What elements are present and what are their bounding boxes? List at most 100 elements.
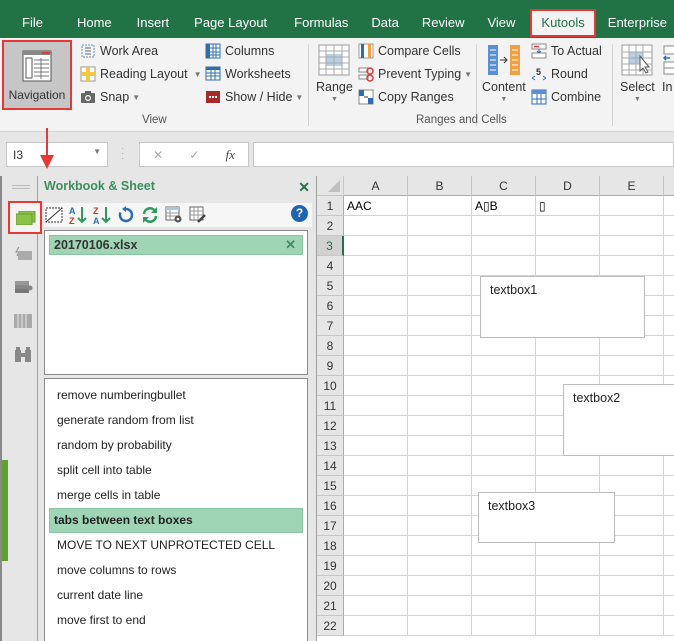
sheet-settings-button[interactable] [164, 205, 184, 225]
row-header[interactable]: 17 [317, 516, 344, 536]
copy-ranges-button[interactable]: Copy Ranges [358, 89, 454, 105]
cell[interactable] [600, 456, 664, 476]
row-header[interactable]: 9 [317, 356, 344, 376]
sheet-item[interactable]: remove numberingbullet [49, 383, 303, 408]
work-area-button[interactable]: Work Area [80, 43, 158, 59]
sheet-item[interactable]: split cell into table [49, 458, 303, 483]
sheet-tools-button[interactable] [188, 205, 208, 225]
autotext-icon[interactable] [13, 246, 33, 262]
cell[interactable] [536, 556, 600, 576]
column-list-icon[interactable] [13, 313, 33, 329]
cell[interactable] [472, 616, 536, 636]
cell[interactable] [664, 456, 674, 476]
cell[interactable] [408, 456, 472, 476]
cell[interactable] [344, 436, 408, 456]
toggle-grid-button[interactable] [44, 205, 64, 225]
cell[interactable] [600, 596, 664, 616]
combine-button[interactable]: Combine [531, 89, 601, 105]
cell[interactable] [344, 236, 408, 256]
cell[interactable]: ▯ [536, 196, 600, 216]
pane-close-button[interactable]: ✕ [298, 179, 310, 196]
cell[interactable] [408, 376, 472, 396]
cell[interactable] [408, 536, 472, 556]
cell[interactable] [408, 336, 472, 356]
cell[interactable] [408, 256, 472, 276]
cell[interactable] [408, 276, 472, 296]
column-header[interactable]: A [344, 176, 408, 196]
column-header[interactable]: C [472, 176, 536, 196]
insert-function-icon[interactable]: fx [226, 147, 235, 163]
tab-kutools[interactable]: Kutools [530, 9, 596, 37]
cell[interactable] [536, 456, 600, 476]
cell[interactable] [344, 356, 408, 376]
cell[interactable] [664, 316, 674, 336]
close-workbook-icon[interactable]: ✕ [285, 237, 296, 253]
cell[interactable] [472, 216, 536, 236]
cell[interactable] [536, 576, 600, 596]
cell[interactable] [664, 596, 674, 616]
cell[interactable] [600, 256, 664, 276]
cell[interactable] [472, 336, 536, 356]
cell[interactable] [344, 596, 408, 616]
cell[interactable] [536, 596, 600, 616]
row-header[interactable]: 12 [317, 416, 344, 436]
cell[interactable] [472, 236, 536, 256]
insert-button[interactable]: In [662, 44, 674, 94]
select-all-button[interactable] [317, 176, 344, 196]
cell[interactable] [600, 576, 664, 596]
navigation-button[interactable]: Navigation [2, 40, 72, 110]
row-header[interactable]: 5 [317, 276, 344, 296]
cell[interactable]: A▯B [472, 196, 536, 216]
cell[interactable] [408, 416, 472, 436]
cell[interactable] [408, 196, 472, 216]
cell[interactable] [664, 536, 674, 556]
row-header[interactable]: 18 [317, 536, 344, 556]
cell[interactable] [664, 296, 674, 316]
cell[interactable] [472, 256, 536, 276]
cell[interactable] [344, 216, 408, 236]
formula-bar-grip[interactable]: · · · [121, 144, 124, 164]
row-header[interactable]: 15 [317, 476, 344, 496]
cancel-icon[interactable]: ✕ [153, 148, 163, 162]
row-header[interactable]: 21 [317, 596, 344, 616]
find-replace-icon[interactable] [13, 347, 33, 363]
round-button[interactable]: 5 Round [531, 66, 588, 82]
to-actual-button[interactable]: To Actual [531, 43, 602, 59]
cell[interactable] [664, 236, 674, 256]
name-box[interactable]: I3 ▼ [6, 142, 108, 167]
cell[interactable] [344, 396, 408, 416]
tab-data[interactable]: Data [359, 8, 409, 38]
row-header[interactable]: 4 [317, 256, 344, 276]
show-hide-button[interactable]: Show / Hide ▼ [205, 89, 303, 105]
cell[interactable] [472, 556, 536, 576]
tab-review[interactable]: Review [410, 8, 476, 38]
cell[interactable] [536, 236, 600, 256]
cell[interactable] [472, 416, 536, 436]
cell[interactable] [408, 396, 472, 416]
text-box[interactable]: textbox3 [478, 492, 615, 543]
cell[interactable] [344, 516, 408, 536]
cell[interactable] [664, 496, 674, 516]
column-header[interactable]: B [408, 176, 472, 196]
column-header[interactable]: E [600, 176, 664, 196]
tab-page-layout[interactable]: Page Layout [180, 8, 278, 38]
row-header[interactable]: 14 [317, 456, 344, 476]
content-button[interactable]: Content ▼ [482, 44, 526, 103]
cell[interactable] [600, 216, 664, 236]
name-box-dropdown-icon[interactable]: ▼ [93, 147, 101, 156]
cell[interactable] [536, 336, 600, 356]
cell[interactable] [600, 616, 664, 636]
cell[interactable] [344, 276, 408, 296]
cell[interactable] [408, 496, 472, 516]
cell[interactable] [536, 256, 600, 276]
cell[interactable] [408, 216, 472, 236]
compare-cells-button[interactable]: Compare Cells [358, 43, 461, 59]
columns-button[interactable]: Columns [205, 43, 274, 59]
cell[interactable] [664, 276, 674, 296]
sort-ascending-button[interactable]: AZ [68, 205, 88, 225]
cell[interactable] [408, 236, 472, 256]
cell[interactable]: AAC [344, 196, 408, 216]
tab-file[interactable]: File [0, 8, 65, 38]
tab-enterprise[interactable]: Enterprise [600, 8, 674, 38]
row-header[interactable]: 1 [317, 196, 344, 216]
